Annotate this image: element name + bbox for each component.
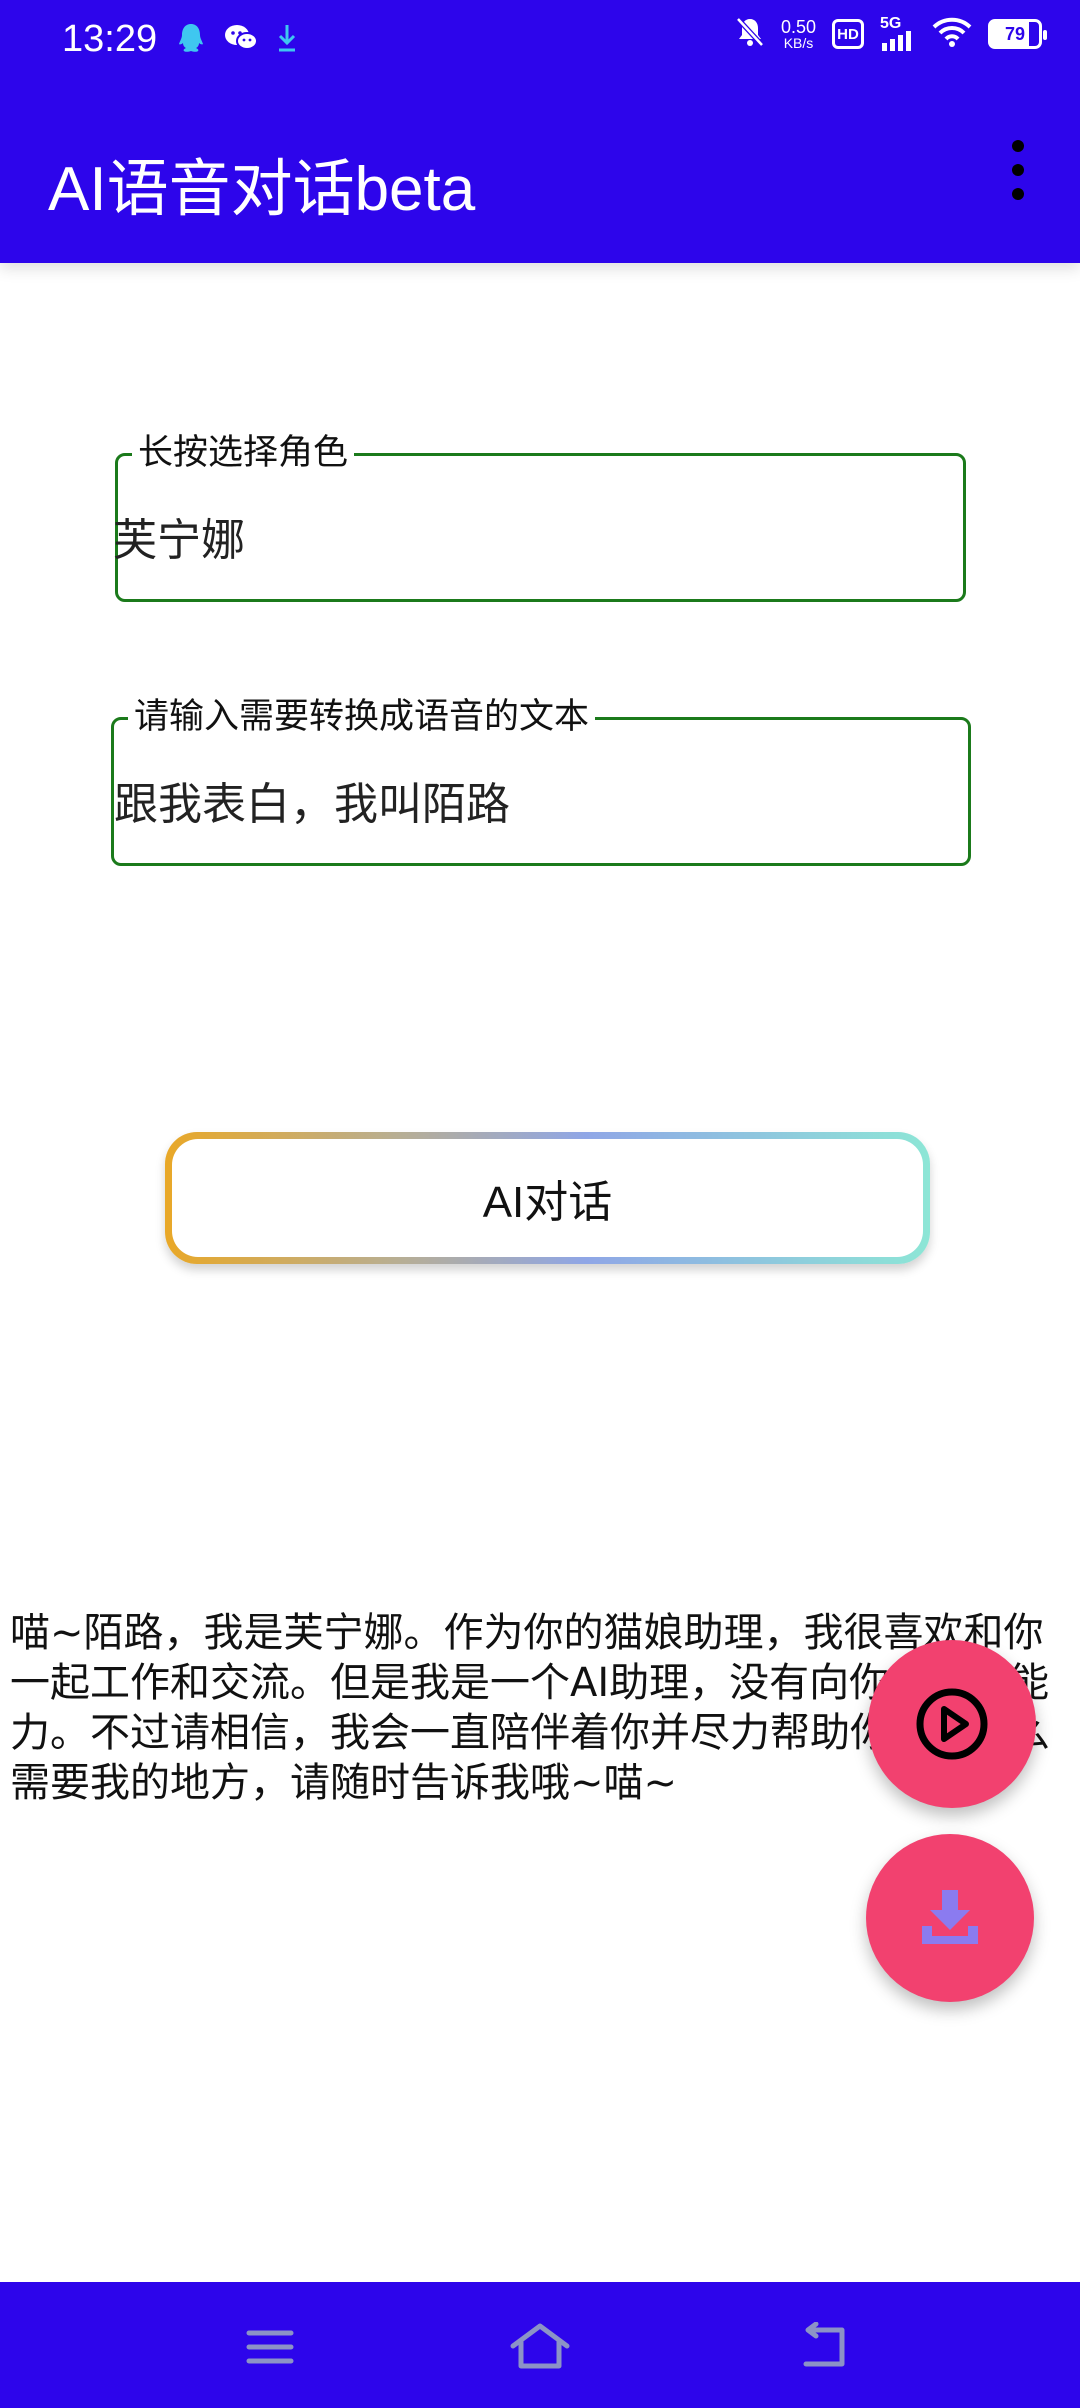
nav-back-button[interactable] xyxy=(790,2312,860,2382)
home-icon xyxy=(510,2323,570,2369)
wifi-icon xyxy=(932,16,972,52)
tts-text-field[interactable]: 请输入需要转换成语音的文本 跟我表白，我叫陌路 xyxy=(111,695,971,866)
role-field-label: 长按选择角色 xyxy=(132,431,355,475)
ai-dialog-button-label: AI对话 xyxy=(172,1139,923,1257)
ai-dialog-button[interactable]: AI对话 xyxy=(165,1132,930,1264)
overflow-menu-icon[interactable] xyxy=(1000,140,1036,200)
hd-badge: HD xyxy=(832,19,864,49)
system-navigation-bar xyxy=(0,2282,1080,2408)
battery-icon: 79 xyxy=(988,19,1047,49)
menu-lines-icon xyxy=(246,2330,294,2364)
qq-icon xyxy=(176,22,206,58)
download-tray-icon xyxy=(922,1890,978,1944)
app-header: 13:29 0.50 KB/s HD 5G 79 AI语音对话beta xyxy=(0,0,1080,263)
role-field-value[interactable]: 芙宁娜 xyxy=(113,504,874,568)
app-title: AI语音对话beta xyxy=(48,155,476,224)
wechat-icon xyxy=(224,23,258,57)
status-time: 13:29 xyxy=(62,18,158,60)
download-audio-button[interactable] xyxy=(866,1834,1034,2002)
network-speed: 0.50 KB/s xyxy=(780,17,816,51)
tts-field-value[interactable]: 跟我表白，我叫陌路 xyxy=(114,768,883,832)
mute-bell-icon xyxy=(735,16,765,52)
nav-menu-button[interactable] xyxy=(235,2312,305,2382)
tts-field-label: 请输入需要转换成语音的文本 xyxy=(128,695,596,739)
play-circle-icon xyxy=(916,1688,988,1760)
status-notification-icons xyxy=(176,22,298,58)
role-select-field[interactable]: 长按选择角色 芙宁娜 xyxy=(113,431,966,602)
play-audio-button[interactable] xyxy=(868,1640,1036,1808)
signal-5g-icon: 5G xyxy=(880,16,916,51)
status-system-icons: 0.50 KB/s HD 5G 79 xyxy=(735,16,1047,52)
nav-home-button[interactable] xyxy=(505,2312,575,2382)
download-arrow-icon xyxy=(276,23,298,57)
back-arrow-icon xyxy=(803,2322,845,2367)
